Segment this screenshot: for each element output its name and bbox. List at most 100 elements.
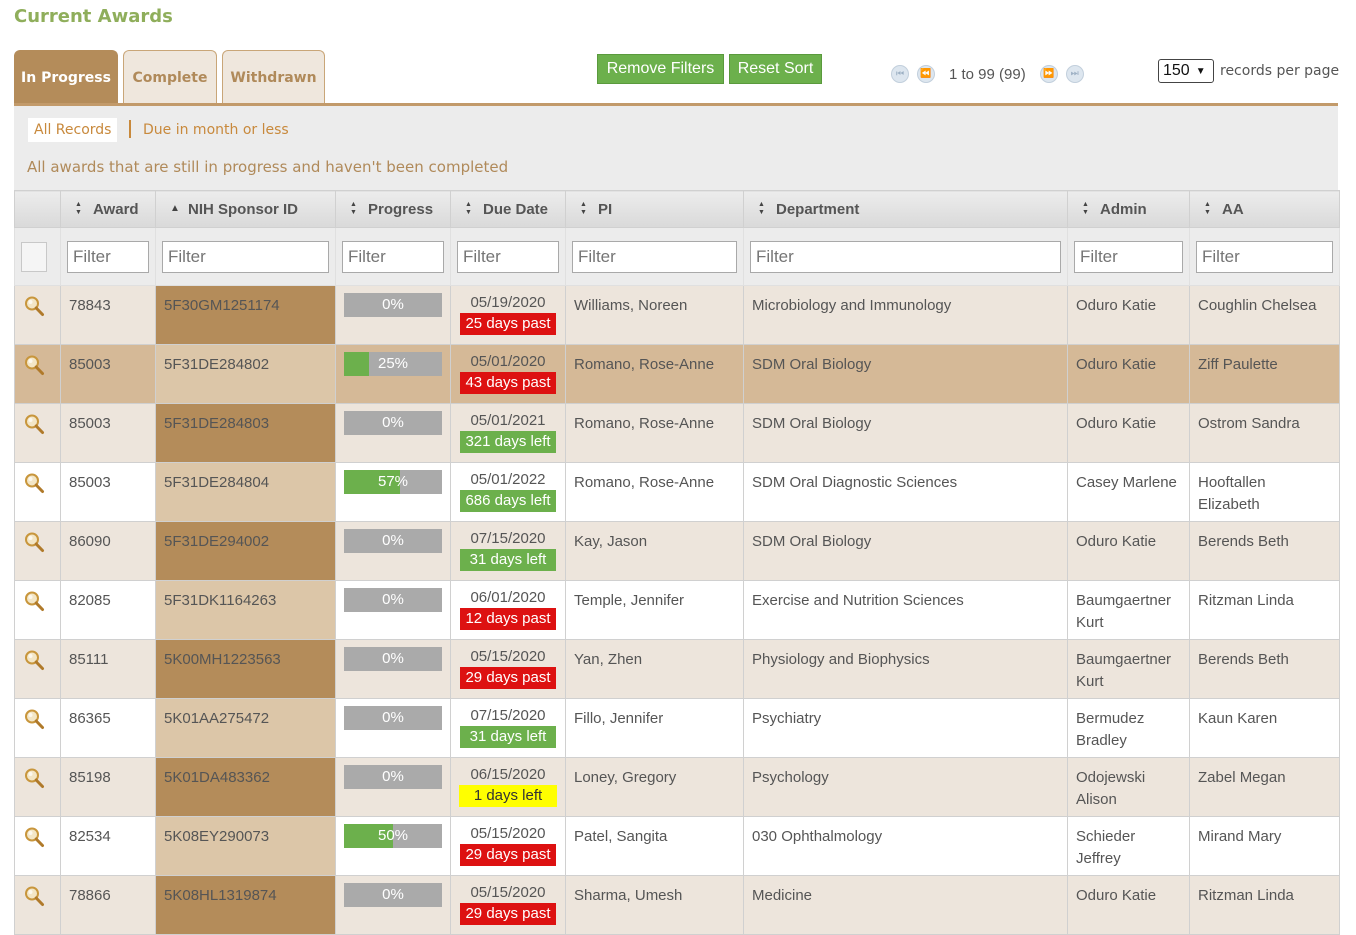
magnifier-icon[interactable] bbox=[23, 826, 45, 848]
progress-bar: 25% bbox=[344, 352, 442, 376]
admin-cell: Casey Marlene bbox=[1067, 462, 1190, 522]
magnifier-icon[interactable] bbox=[23, 413, 45, 435]
reset-sort-button[interactable]: Reset Sort bbox=[729, 54, 822, 84]
admin-cell: Oduro Katie bbox=[1067, 403, 1190, 463]
sort-icon[interactable]: ▲ ▼ bbox=[580, 201, 588, 217]
pi-cell: Temple, Jennifer bbox=[565, 580, 744, 640]
table-row[interactable]: 86365 5K01AA275472 0% 07/15/2020 31 days lef… bbox=[14, 698, 1340, 758]
due-date-cell: 05/01/2021 321 days left bbox=[450, 403, 566, 463]
remove-filters-button[interactable]: Remove Filters bbox=[597, 54, 724, 84]
sort-icon[interactable]: ▲ ▼ bbox=[350, 201, 358, 217]
due-status-badge: 29 days past bbox=[460, 844, 556, 866]
magnifier-icon[interactable] bbox=[23, 295, 45, 317]
department-cell: 030 Ophthalmology bbox=[743, 816, 1068, 876]
column-header-label: AA bbox=[1222, 200, 1244, 218]
sort-ascending-icon[interactable]: ▲ bbox=[170, 204, 180, 214]
progress-bar: 0% bbox=[344, 588, 442, 612]
filter-cell bbox=[14, 227, 61, 286]
table-row[interactable]: 85111 5K00MH1223563 0% 05/15/2020 29 days pa… bbox=[14, 639, 1340, 699]
sort-icon[interactable]: ▲ ▼ bbox=[75, 201, 83, 217]
table-row[interactable]: 78866 5K08HL1319874 0% 05/15/2020 29 days pa… bbox=[14, 875, 1340, 935]
magnifier-icon[interactable] bbox=[23, 649, 45, 671]
view-cell bbox=[14, 285, 61, 345]
column-header-progress[interactable]: ▲ ▼ Progress bbox=[335, 190, 451, 228]
table-row[interactable]: 85198 5K01DA483362 0% 06/15/2020 1 days left… bbox=[14, 757, 1340, 817]
column-header-award[interactable]: ▲ ▼ Award bbox=[60, 190, 156, 228]
magnifier-icon[interactable] bbox=[23, 590, 45, 612]
tab-withdrawn[interactable]: Withdrawn bbox=[222, 50, 325, 104]
aa-cell: Coughlin Chelsea bbox=[1189, 285, 1340, 345]
due-date-cell: 05/15/2020 29 days past bbox=[450, 639, 566, 699]
column-header-label: PI bbox=[598, 200, 613, 218]
award-cell: 82534 bbox=[60, 816, 156, 876]
last-page-icon[interactable]: ⏭ bbox=[1065, 65, 1084, 83]
table-row[interactable]: 85003 5F31DE284804 57% 05/01/2022 686 days l… bbox=[14, 462, 1340, 522]
table-row[interactable]: 78843 5F30GM1251174 0% 05/19/2020 25 days pa… bbox=[14, 285, 1340, 345]
filter-cell bbox=[1189, 227, 1340, 286]
filter-input-admin[interactable] bbox=[1074, 240, 1183, 273]
column-header-sponsor-id[interactable]: ▲ NIH Sponsor ID bbox=[155, 190, 336, 228]
department-cell: Physiology and Biophysics bbox=[743, 639, 1068, 699]
magnifier-icon[interactable] bbox=[23, 767, 45, 789]
column-header-pi[interactable]: ▲ ▼ PI bbox=[565, 190, 744, 228]
filter-cell bbox=[565, 227, 744, 286]
filter-input-pi[interactable] bbox=[572, 240, 737, 273]
column-header-aa[interactable]: ▲ ▼ AA bbox=[1189, 190, 1340, 228]
magnifier-icon[interactable] bbox=[23, 472, 45, 494]
view-cell bbox=[14, 580, 61, 640]
sort-icon[interactable]: ▲ ▼ bbox=[1204, 201, 1212, 217]
filter-input-due-date[interactable] bbox=[457, 240, 559, 273]
pi-cell: Fillo, Jennifer bbox=[565, 698, 744, 758]
column-header-department[interactable]: ▲ ▼ Department bbox=[743, 190, 1068, 228]
sort-icon[interactable]: ▲ ▼ bbox=[758, 201, 766, 217]
magnifier-icon[interactable] bbox=[23, 354, 45, 376]
filter-input-progress[interactable] bbox=[342, 240, 444, 273]
magnifier-icon[interactable] bbox=[23, 708, 45, 730]
filter-input-sponsor-id[interactable] bbox=[162, 240, 329, 273]
column-header-due-date[interactable]: ▲ ▼ Due Date bbox=[450, 190, 566, 228]
magnifier-icon[interactable] bbox=[23, 531, 45, 553]
column-header-admin[interactable]: ▲ ▼ Admin bbox=[1067, 190, 1190, 228]
select-all-box[interactable] bbox=[21, 241, 47, 272]
table-row[interactable]: 82534 5K08EY290073 50% 05/15/2020 29 days pa… bbox=[14, 816, 1340, 876]
filter-input-aa[interactable] bbox=[1196, 240, 1333, 273]
tab-in-progress[interactable]: In Progress bbox=[14, 50, 118, 104]
next-page-icon[interactable]: ⏩ bbox=[1039, 65, 1058, 83]
progress-cell: 0% bbox=[335, 521, 451, 581]
progress-bar: 57% bbox=[344, 470, 442, 494]
filter-panel: All Records Due in month or less All awa… bbox=[14, 106, 1338, 190]
due-date: 06/01/2020 bbox=[470, 589, 546, 606]
filter-due-in-month[interactable]: Due in month or less bbox=[143, 118, 289, 142]
table-row[interactable]: 85003 5F31DE284802 25% 05/01/2020 43 days pa… bbox=[14, 344, 1340, 404]
column-header-view bbox=[14, 190, 61, 228]
due-date-cell: 05/15/2020 29 days past bbox=[450, 816, 566, 876]
previous-page-icon[interactable]: ⏪ bbox=[917, 65, 935, 83]
sort-icon[interactable]: ▲ ▼ bbox=[1082, 201, 1090, 217]
progress-bar: 50% bbox=[344, 824, 442, 848]
magnifier-icon[interactable] bbox=[23, 885, 45, 907]
table-row[interactable]: 86090 5F31DE294002 0% 07/15/2020 31 days lef… bbox=[14, 521, 1340, 581]
table-row[interactable]: 85003 5F31DE284803 0% 05/01/2021 321 days le… bbox=[14, 403, 1340, 463]
tab-complete[interactable]: Complete bbox=[123, 50, 217, 104]
sort-icon[interactable]: ▲ ▼ bbox=[465, 201, 473, 217]
progress-bar: 0% bbox=[344, 765, 442, 789]
due-date: 05/01/2020 bbox=[470, 353, 546, 370]
due-date-cell: 07/15/2020 31 days left bbox=[450, 521, 566, 581]
filter-input-award[interactable] bbox=[67, 240, 149, 273]
column-header-content: ▲ ▼ PI bbox=[566, 201, 743, 218]
filter-input-department[interactable] bbox=[750, 240, 1061, 273]
view-cell bbox=[14, 344, 61, 404]
filter-all-records[interactable]: All Records bbox=[28, 118, 118, 142]
pi-cell: Romano, Rose-Anne bbox=[565, 344, 744, 404]
progress-label: 0% bbox=[382, 532, 404, 549]
sponsor-id-cell: 5K01AA275472 bbox=[155, 698, 336, 758]
records-per-page-select[interactable]: 150 ▼ bbox=[1158, 59, 1214, 83]
due-status-badge: 31 days left bbox=[460, 549, 556, 571]
due-date: 05/19/2020 bbox=[470, 294, 546, 311]
admin-cell: Oduro Katie bbox=[1067, 285, 1190, 345]
aa-cell: Kaun Karen bbox=[1189, 698, 1340, 758]
column-header-content: ▲ NIH Sponsor ID bbox=[156, 201, 335, 218]
due-date-cell: 07/15/2020 31 days left bbox=[450, 698, 566, 758]
first-page-icon[interactable]: ⏮ bbox=[891, 65, 909, 83]
table-row[interactable]: 82085 5F31DK1164263 0% 06/01/2020 12 days pa… bbox=[14, 580, 1340, 640]
